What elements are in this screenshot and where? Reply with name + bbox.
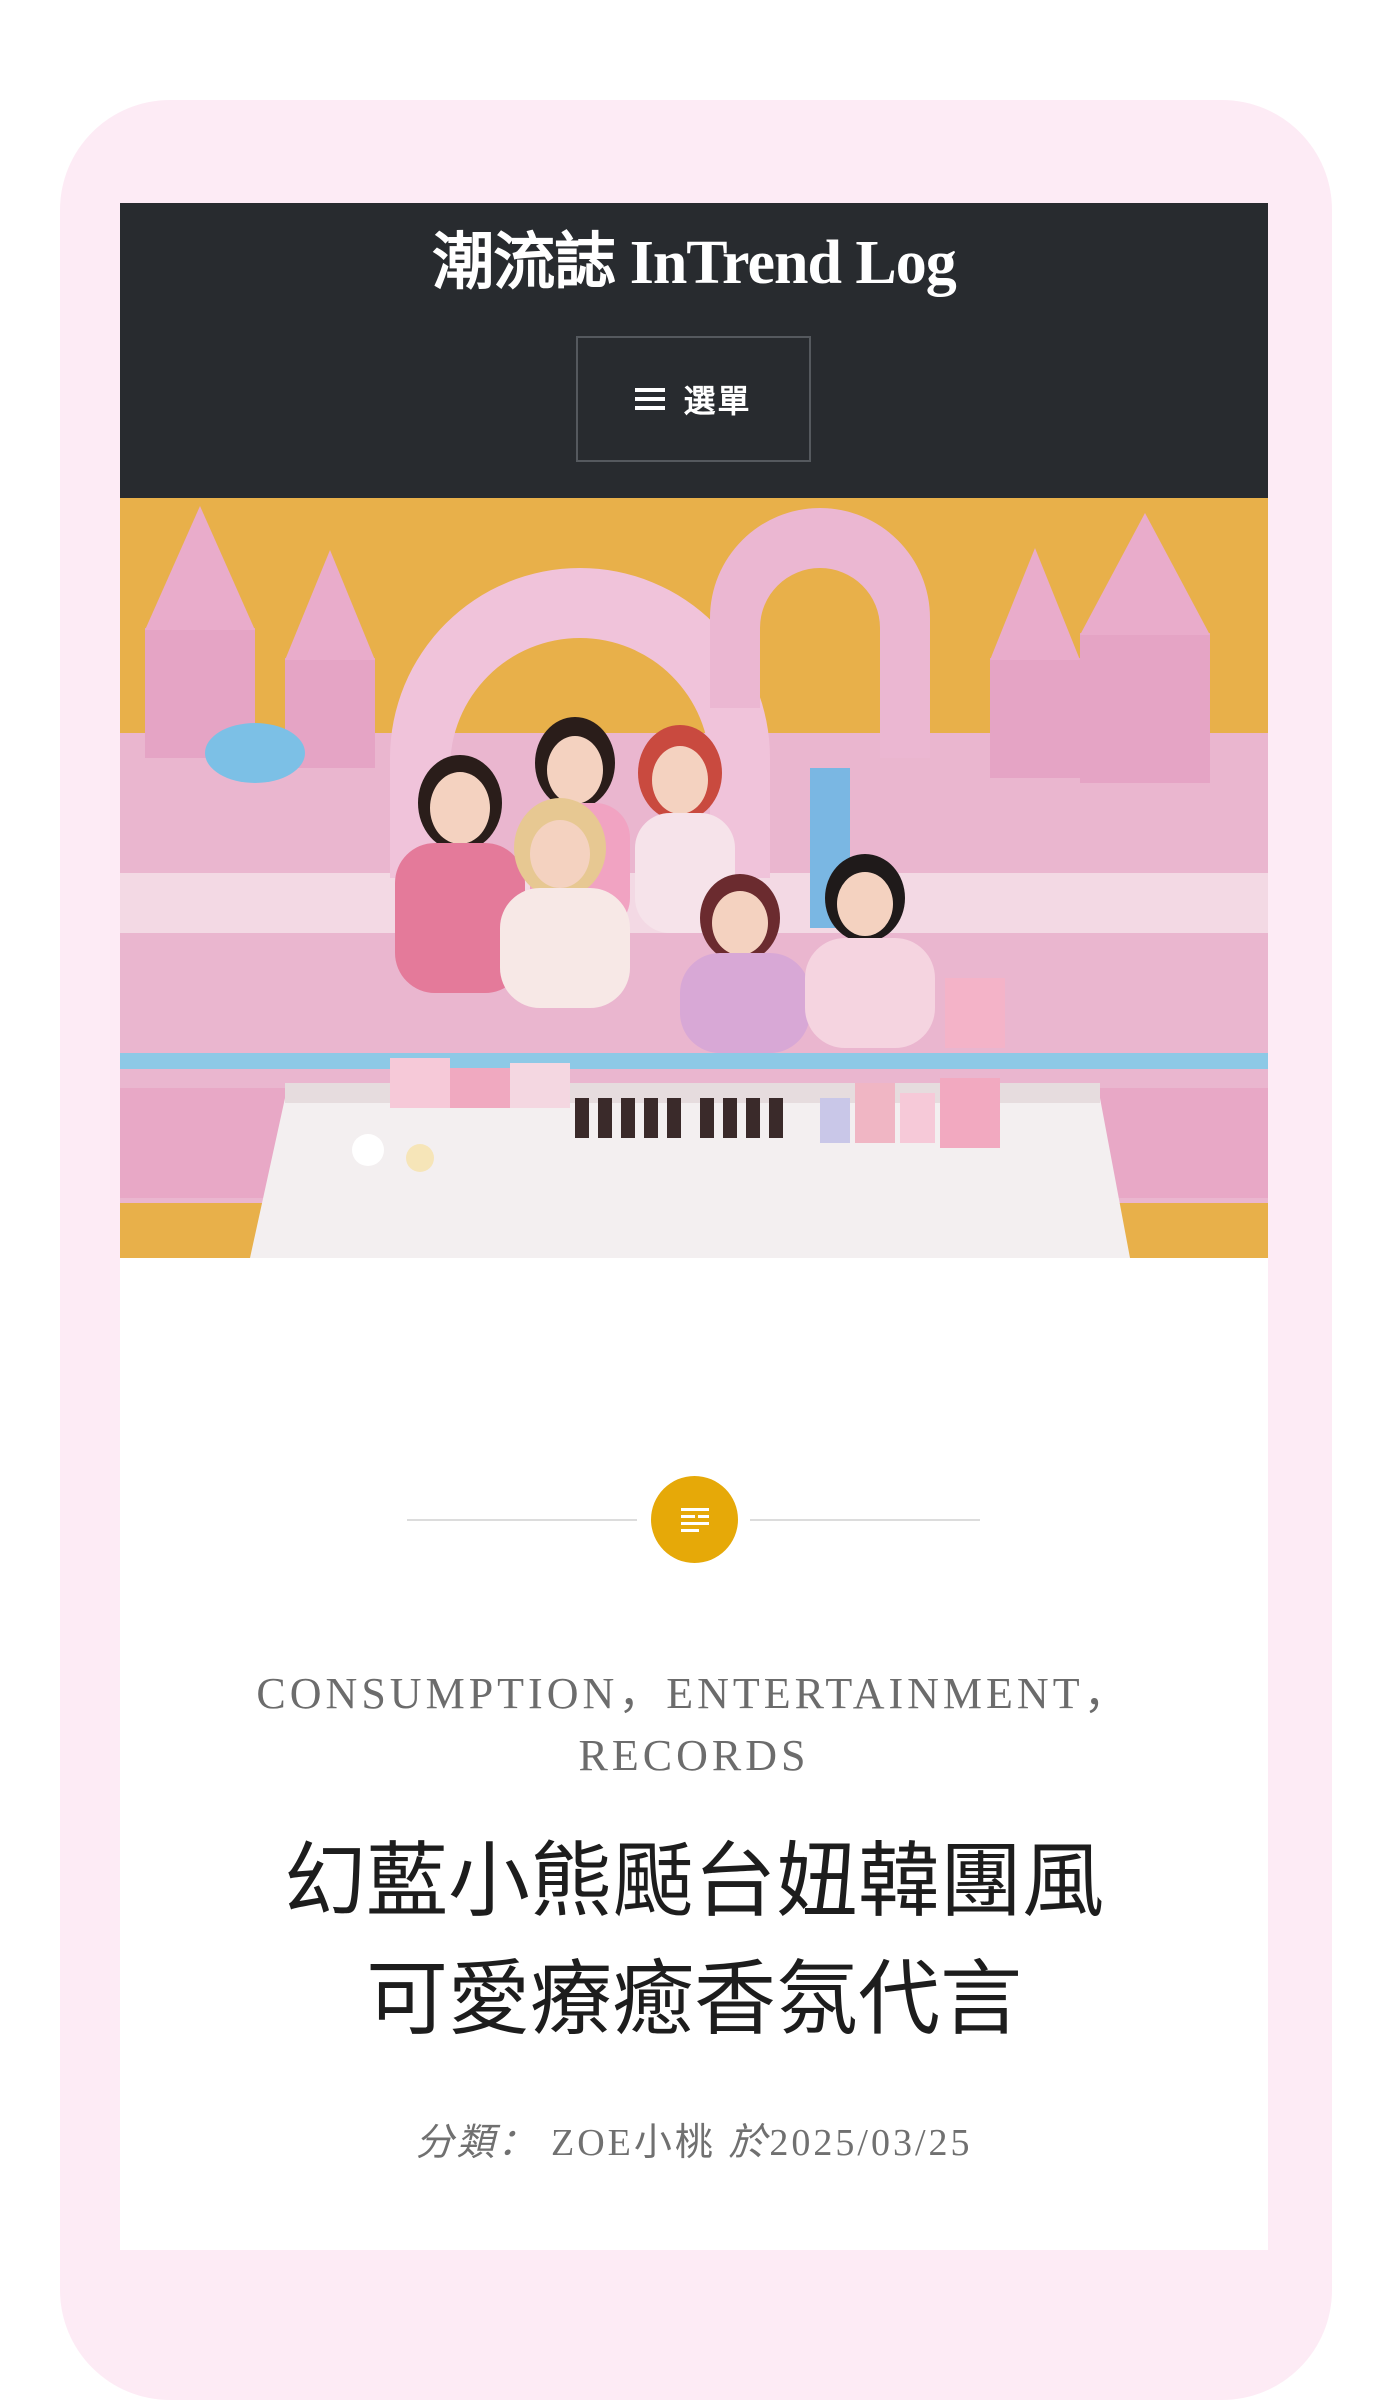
category-link-entertainment[interactable]: ENTERTAINMENT <box>666 1669 1083 1718</box>
site-header: 潮流誌 InTrend Log 選單 <box>120 203 1268 498</box>
category-separator: ， <box>618 1669 667 1718</box>
text-format-icon <box>651 1476 738 1563</box>
post-categories: CONSUMPTION，ENTERTAINMENT， RECORDS <box>180 1663 1208 1787</box>
divider-left <box>407 1519 637 1521</box>
site-title[interactable]: 潮流誌 InTrend Log <box>120 223 1268 303</box>
category-separator: ， <box>1083 1669 1132 1718</box>
category-link-records[interactable]: RECORDS <box>579 1731 810 1780</box>
post-meta: 分類： ZOE小桃 於2025/03/25 <box>160 2111 1228 2166</box>
hamburger-icon <box>635 388 666 410</box>
hero-image[interactable] <box>120 498 1268 1258</box>
site-container: 潮流誌 InTrend Log 選單 CONSUMPTION，ENTERTAIN… <box>120 203 1268 2250</box>
post-title-line-2: 可愛療癒香氛代言 <box>365 1952 1022 2047</box>
post-title-line-1: 幻藍小熊颳台妞韓團風 <box>283 1834 1104 1929</box>
meta-category-label: 分類： <box>415 2122 539 2164</box>
post-date[interactable]: 2025/03/25 <box>769 2122 972 2164</box>
category-link-consumption[interactable]: CONSUMPTION <box>256 1669 618 1718</box>
menu-label: 選單 <box>683 383 752 419</box>
menu-button[interactable]: 選單 <box>576 336 811 462</box>
post-author-link[interactable]: ZOE小桃 <box>551 2122 716 2164</box>
hero-illustration <box>120 498 1268 1258</box>
post-title: 幻藍小熊颳台妞韓團風 可愛療癒香氛代言 <box>160 1823 1228 2059</box>
divider-right <box>750 1519 980 1521</box>
meta-date-prefix: 於 <box>728 2122 770 2164</box>
